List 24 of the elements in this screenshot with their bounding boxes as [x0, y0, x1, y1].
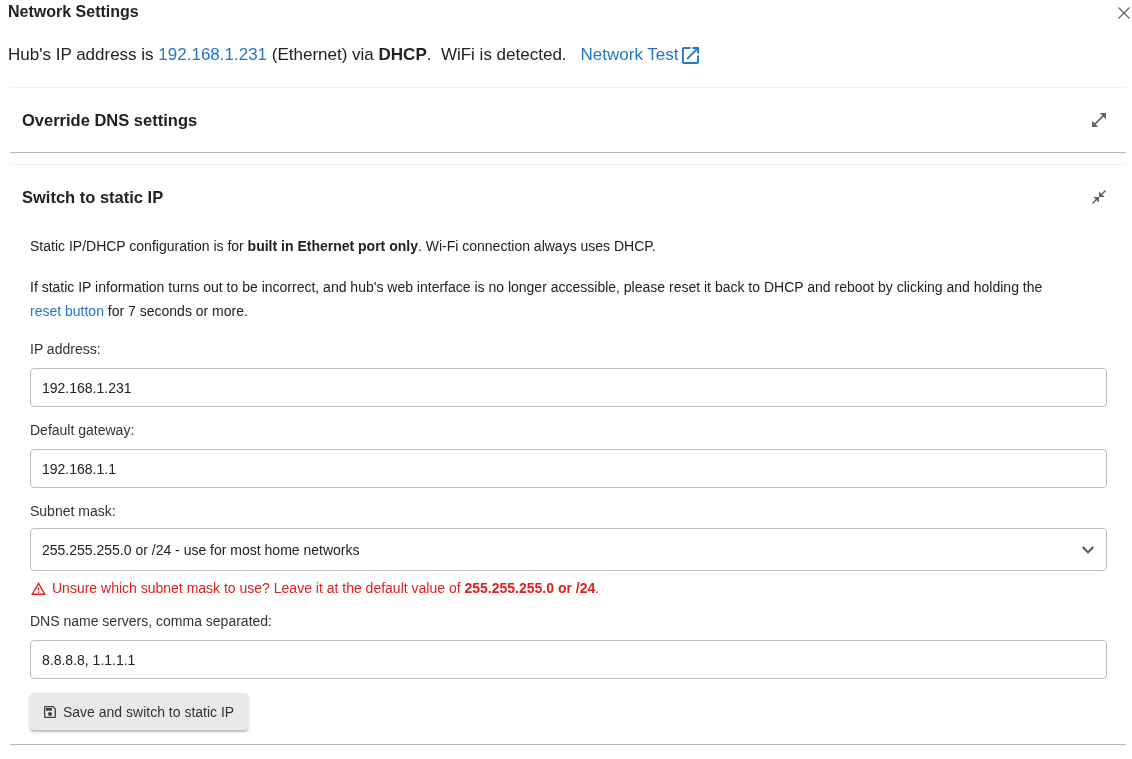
help-paragraph: If static IP information turns out to be incorrect, and hub's web interface is no longer accessible, please reset it back to DHCP and reboot by clicking and holding the reset button for 7 seconds or more.	[30, 278, 1044, 321]
warning-icon	[31, 581, 46, 595]
field-label: DNS name servers, comma separated:	[30, 612, 273, 631]
input-field[interactable]: 192.168.1.1	[30, 449, 1107, 488]
dropdown-field[interactable]: 255.255.255.0 or /24 - use for most home networks	[30, 528, 1107, 571]
input-field[interactable]: 8.8.8.8, 1.1.1.1	[30, 640, 1107, 679]
network-test-link[interactable]: Network Test	[580, 43, 699, 67]
field-label: IP address:	[30, 340, 102, 359]
field-label: Default gateway:	[30, 421, 136, 440]
accordion-header[interactable]: Switch to static IP	[10, 165, 1126, 229]
help-paragraph: Static IP/DHCP configuration is for built in Ethernet port only. Wi-Fi connection always uses DHCP.	[30, 237, 657, 256]
save-button[interactable]: Save and switch to static IP	[30, 693, 249, 730]
connection-status-text: Hub's IP address is 192.168.1.231 (Ethernet) via DHCP. WiFi is detected.	[8, 44, 567, 66]
reset-button-link[interactable]: reset button	[30, 303, 104, 319]
chevron-down-icon	[1082, 545, 1094, 554]
warning-message: Unsure which subnet mask to use? Leave it at the default value of 255.255.255.0 or /24.	[52, 579, 600, 598]
close-icon	[1118, 6, 1130, 19]
ip-address-link[interactable]: 192.168.1.231	[158, 45, 268, 64]
dialog-title: Network Settings	[8, 1, 139, 22]
field-label: Subnet mask:	[30, 502, 117, 521]
input-field[interactable]: 192.168.1.231	[30, 368, 1107, 407]
close-button[interactable]	[1116, 4, 1132, 21]
external-link-icon	[681, 46, 699, 64]
accordion-header[interactable]: Override DNS settings	[10, 88, 1126, 152]
